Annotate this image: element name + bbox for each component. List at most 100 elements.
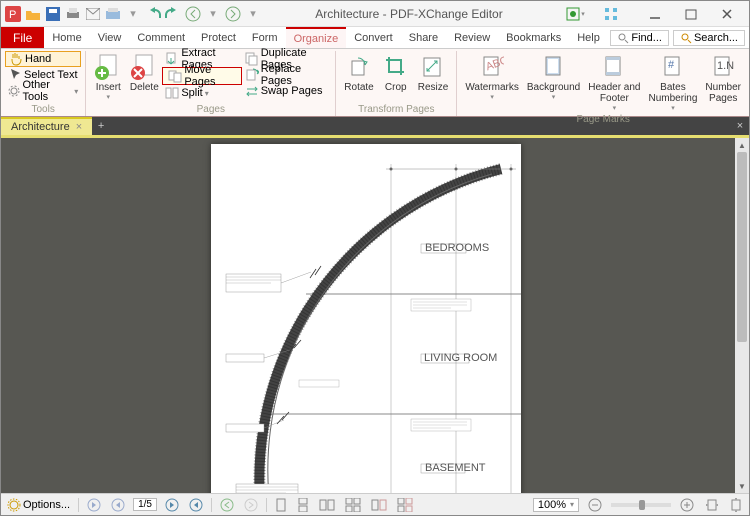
rotate-label: Rotate (344, 82, 373, 93)
ribbon: Hand Select Text Other Tools▾ Tools Inse… (1, 49, 749, 117)
ui-options-icon[interactable]: ▾ (561, 4, 589, 24)
zoom-out-button[interactable] (585, 497, 605, 513)
move-pages-button[interactable]: Move Pages (165, 68, 238, 84)
maximize-icon[interactable] (677, 4, 705, 24)
delete-icon (130, 53, 158, 81)
transform-group-label: Transform Pages (340, 104, 452, 116)
document-tab[interactable]: Architecture × (1, 117, 92, 135)
layout-book-icon[interactable] (369, 498, 389, 512)
first-page-button[interactable] (85, 498, 103, 512)
qat-dropdown-icon[interactable]: ▾ (125, 6, 141, 22)
tab-file[interactable]: File (1, 27, 44, 48)
header-footer-button[interactable]: Header and Footer▾ (584, 51, 644, 114)
tab-home[interactable]: Home (44, 27, 89, 48)
scroll-up-icon[interactable]: ▲ (735, 138, 749, 152)
number-pages-button[interactable]: 1.NNumber Pages (701, 51, 745, 106)
swap-pages-button[interactable]: Swap Pages (242, 83, 332, 99)
add-tab-button[interactable]: + (92, 117, 110, 135)
layout-book-cont-icon[interactable] (395, 498, 415, 512)
close-all-icon[interactable]: × (731, 117, 749, 135)
number-label: Number Pages (705, 82, 741, 104)
tab-comment[interactable]: Comment (129, 27, 193, 48)
tab-view[interactable]: View (90, 27, 130, 48)
tab-review[interactable]: Review (446, 27, 498, 48)
headerfooter-label: Header and Footer (588, 82, 640, 104)
separator (78, 498, 79, 512)
bates-button[interactable]: #Bates Numbering▾ (645, 51, 702, 114)
close-icon[interactable] (713, 4, 741, 24)
tab-form[interactable]: Form (244, 27, 286, 48)
resize-icon (419, 53, 447, 81)
minimize-icon[interactable] (641, 4, 669, 24)
status-bar: Options... 1/5 100%▾ (1, 493, 749, 515)
print-icon[interactable] (65, 6, 81, 22)
cursor-icon (8, 68, 22, 82)
background-button[interactable]: Background▾ (523, 51, 584, 103)
insert-label: Insert (96, 82, 121, 93)
insert-button[interactable]: Insert ▾ (90, 51, 126, 103)
prev-page-button[interactable] (109, 498, 127, 512)
separator (266, 498, 267, 512)
email-icon[interactable] (85, 6, 101, 22)
watermarks-button[interactable]: ABCWatermarks▾ (461, 51, 523, 103)
launch-icon[interactable] (597, 4, 625, 24)
delete-label: Delete (130, 82, 159, 93)
resize-button[interactable]: Resize (414, 51, 453, 95)
split-label: Split (181, 87, 202, 99)
crop-button[interactable]: Crop (378, 51, 414, 95)
rotate-button[interactable]: Rotate (340, 51, 377, 95)
tab-share[interactable]: Share (401, 27, 446, 48)
layout-single-icon[interactable] (273, 498, 289, 512)
document-tab-close-icon[interactable]: × (76, 121, 82, 133)
hand-tool[interactable]: Hand (5, 51, 81, 67)
zoom-slider[interactable] (611, 503, 671, 507)
layout-facing-icon[interactable] (317, 498, 337, 512)
tab-help[interactable]: Help (569, 27, 608, 48)
open-icon[interactable] (25, 6, 41, 22)
page-canvas: BEDROOMS LIVING ROOM BASEMENT (211, 144, 521, 493)
label-living: LIVING ROOM (424, 352, 497, 364)
scroll-down-icon[interactable]: ▼ (735, 479, 749, 493)
split-button[interactable]: Split▾ (162, 85, 241, 101)
watermark-icon: ABC (478, 53, 506, 81)
fit-visible-button[interactable] (703, 498, 721, 512)
undo-icon[interactable] (145, 6, 161, 22)
options-button[interactable]: Options... (5, 498, 72, 512)
watermarks-label: Watermarks (465, 82, 519, 93)
last-page-button[interactable] (187, 498, 205, 512)
qat-dropdown2-icon[interactable]: ▾ (205, 6, 221, 22)
document-viewport[interactable]: BEDROOMS LIVING ROOM BASEMENT (1, 135, 749, 493)
fit-page-button[interactable] (727, 498, 745, 512)
group-transform: Rotate Crop Resize Transform Pages (336, 51, 457, 116)
zoom-in-button[interactable] (677, 497, 697, 513)
swap-label: Swap Pages (261, 85, 323, 97)
tab-protect[interactable]: Protect (193, 27, 244, 48)
zoom-level[interactable]: 100%▾ (533, 498, 579, 512)
delete-button[interactable]: Delete (126, 51, 162, 95)
nav-fwd-button[interactable] (242, 498, 260, 512)
vertical-scrollbar[interactable]: ▲ ▼ (735, 138, 749, 493)
scan-icon[interactable] (105, 6, 121, 22)
page-indicator[interactable]: 1/5 (133, 498, 157, 511)
search-button[interactable]: Search... (673, 30, 745, 46)
qat-dropdown3-icon[interactable]: ▾ (245, 6, 261, 22)
tab-convert[interactable]: Convert (346, 27, 401, 48)
group-pages: Insert ▾ Delete Extract Pages Move Pages… (86, 51, 336, 116)
next-page-button[interactable] (163, 498, 181, 512)
nav-back-button[interactable] (218, 498, 236, 512)
tab-organize[interactable]: Organize (286, 27, 347, 48)
crop-icon (382, 53, 410, 81)
other-tools[interactable]: Other Tools▾ (5, 83, 81, 99)
document-tab-label: Architecture (11, 121, 70, 133)
scroll-thumb[interactable] (737, 152, 747, 342)
group-tools: Hand Select Text Other Tools▾ Tools (1, 51, 86, 116)
layout-continuous-icon[interactable] (295, 498, 311, 512)
redo-icon[interactable] (165, 6, 181, 22)
find-button[interactable]: Find... (610, 30, 669, 46)
nav-prev-icon[interactable] (185, 6, 201, 22)
tab-bookmarks[interactable]: Bookmarks (498, 27, 569, 48)
replace-pages-button[interactable]: Replace Pages (242, 67, 332, 83)
nav-next-icon[interactable] (225, 6, 241, 22)
save-icon[interactable] (45, 6, 61, 22)
layout-facing-cont-icon[interactable] (343, 498, 363, 512)
